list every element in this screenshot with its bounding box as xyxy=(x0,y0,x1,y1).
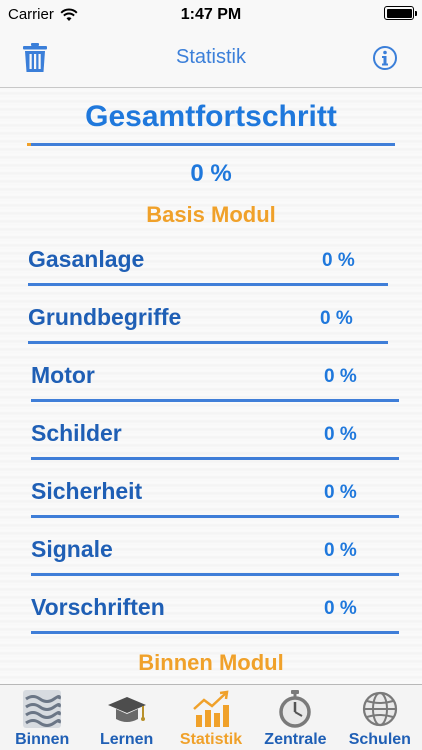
stat-row-value: 0 % xyxy=(324,598,357,619)
tab-label: Binnen xyxy=(15,731,70,748)
status-bar: Carrier 1:47 PM xyxy=(0,0,422,30)
stat-row-vorschriften[interactable]: Vorschriften 0 % xyxy=(0,594,422,652)
stat-row-signale[interactable]: Signale 0 % xyxy=(0,536,422,594)
overall-progress-value: 0 % xyxy=(190,160,232,187)
tab-schulen[interactable]: Schulen xyxy=(338,685,422,750)
stat-row-value: 0 % xyxy=(320,308,353,329)
stat-row-value: 0 % xyxy=(322,250,355,271)
nav-bar: Statistik xyxy=(0,30,422,88)
tab-label: Zentrale xyxy=(264,731,327,748)
stat-row-label: Vorschriften xyxy=(31,594,165,620)
tab-lernen[interactable]: Lernen xyxy=(84,685,168,750)
stat-row-label: Motor xyxy=(31,362,95,388)
stopwatch-icon xyxy=(279,690,312,728)
stat-row-divider xyxy=(31,457,399,460)
stat-row-label: Gasanlage xyxy=(28,246,145,272)
overall-progress-fill xyxy=(27,143,31,146)
nav-title: Statistik xyxy=(175,46,247,68)
info-button[interactable] xyxy=(370,42,400,74)
stat-row-value: 0 % xyxy=(324,540,357,561)
stat-row-gasanlage[interactable]: Gasanlage 0 % xyxy=(0,246,422,304)
waves-icon xyxy=(23,690,62,728)
chart-icon xyxy=(193,690,230,727)
stat-row-value: 0 % xyxy=(324,482,357,503)
graduation-cap-icon xyxy=(107,697,146,722)
stat-row-value: 0 % xyxy=(324,366,357,387)
section-header-binnen: Binnen Modul xyxy=(138,650,284,675)
battery-icon xyxy=(384,6,417,20)
status-time: 1:47 PM xyxy=(180,6,242,23)
tab-bar: Binnen Lernen Statistik Zentrale Schulen xyxy=(0,684,422,750)
status-right xyxy=(384,6,417,20)
stat-row-divider xyxy=(31,399,399,402)
section-header-basis: Basis Modul xyxy=(146,202,276,227)
stat-row-schilder[interactable]: Schilder 0 % xyxy=(0,420,422,478)
tab-label: Lernen xyxy=(99,731,154,748)
stat-row-label: Signale xyxy=(31,536,113,562)
globe-icon xyxy=(362,691,397,727)
overall-progress-bar xyxy=(27,143,395,146)
stat-row-grundbegriffe[interactable]: Grundbegriffe 0 % xyxy=(0,304,422,362)
stat-row-sicherheit[interactable]: Sicherheit 0 % xyxy=(0,478,422,536)
stat-row-divider xyxy=(28,283,388,286)
statistics-content[interactable]: Gesamtfortschritt 0 % Basis Modul Gasanl… xyxy=(0,88,422,684)
stat-row-label: Schilder xyxy=(31,420,122,446)
overall-progress-title: Gesamtfortschritt xyxy=(85,100,337,133)
stat-row-value: 0 % xyxy=(324,424,357,445)
info-icon xyxy=(373,46,397,70)
stat-row-divider xyxy=(31,573,399,576)
stat-row-label: Grundbegriffe xyxy=(28,304,182,330)
tab-binnen[interactable]: Binnen xyxy=(0,685,84,750)
tab-label: Statistik xyxy=(179,731,243,748)
stat-row-divider xyxy=(28,341,388,344)
tab-zentrale[interactable]: Zentrale xyxy=(253,685,337,750)
stat-row-divider xyxy=(31,515,399,518)
screen: Carrier 1:47 PM Statistik Gesamtfortschr… xyxy=(0,0,422,750)
tab-statistik[interactable]: Statistik xyxy=(169,685,253,750)
stat-row-motor[interactable]: Motor 0 % xyxy=(0,362,422,420)
stat-row-divider xyxy=(31,631,399,634)
stat-row-label: Sicherheit xyxy=(31,478,143,504)
tab-label: Schulen xyxy=(348,731,411,748)
